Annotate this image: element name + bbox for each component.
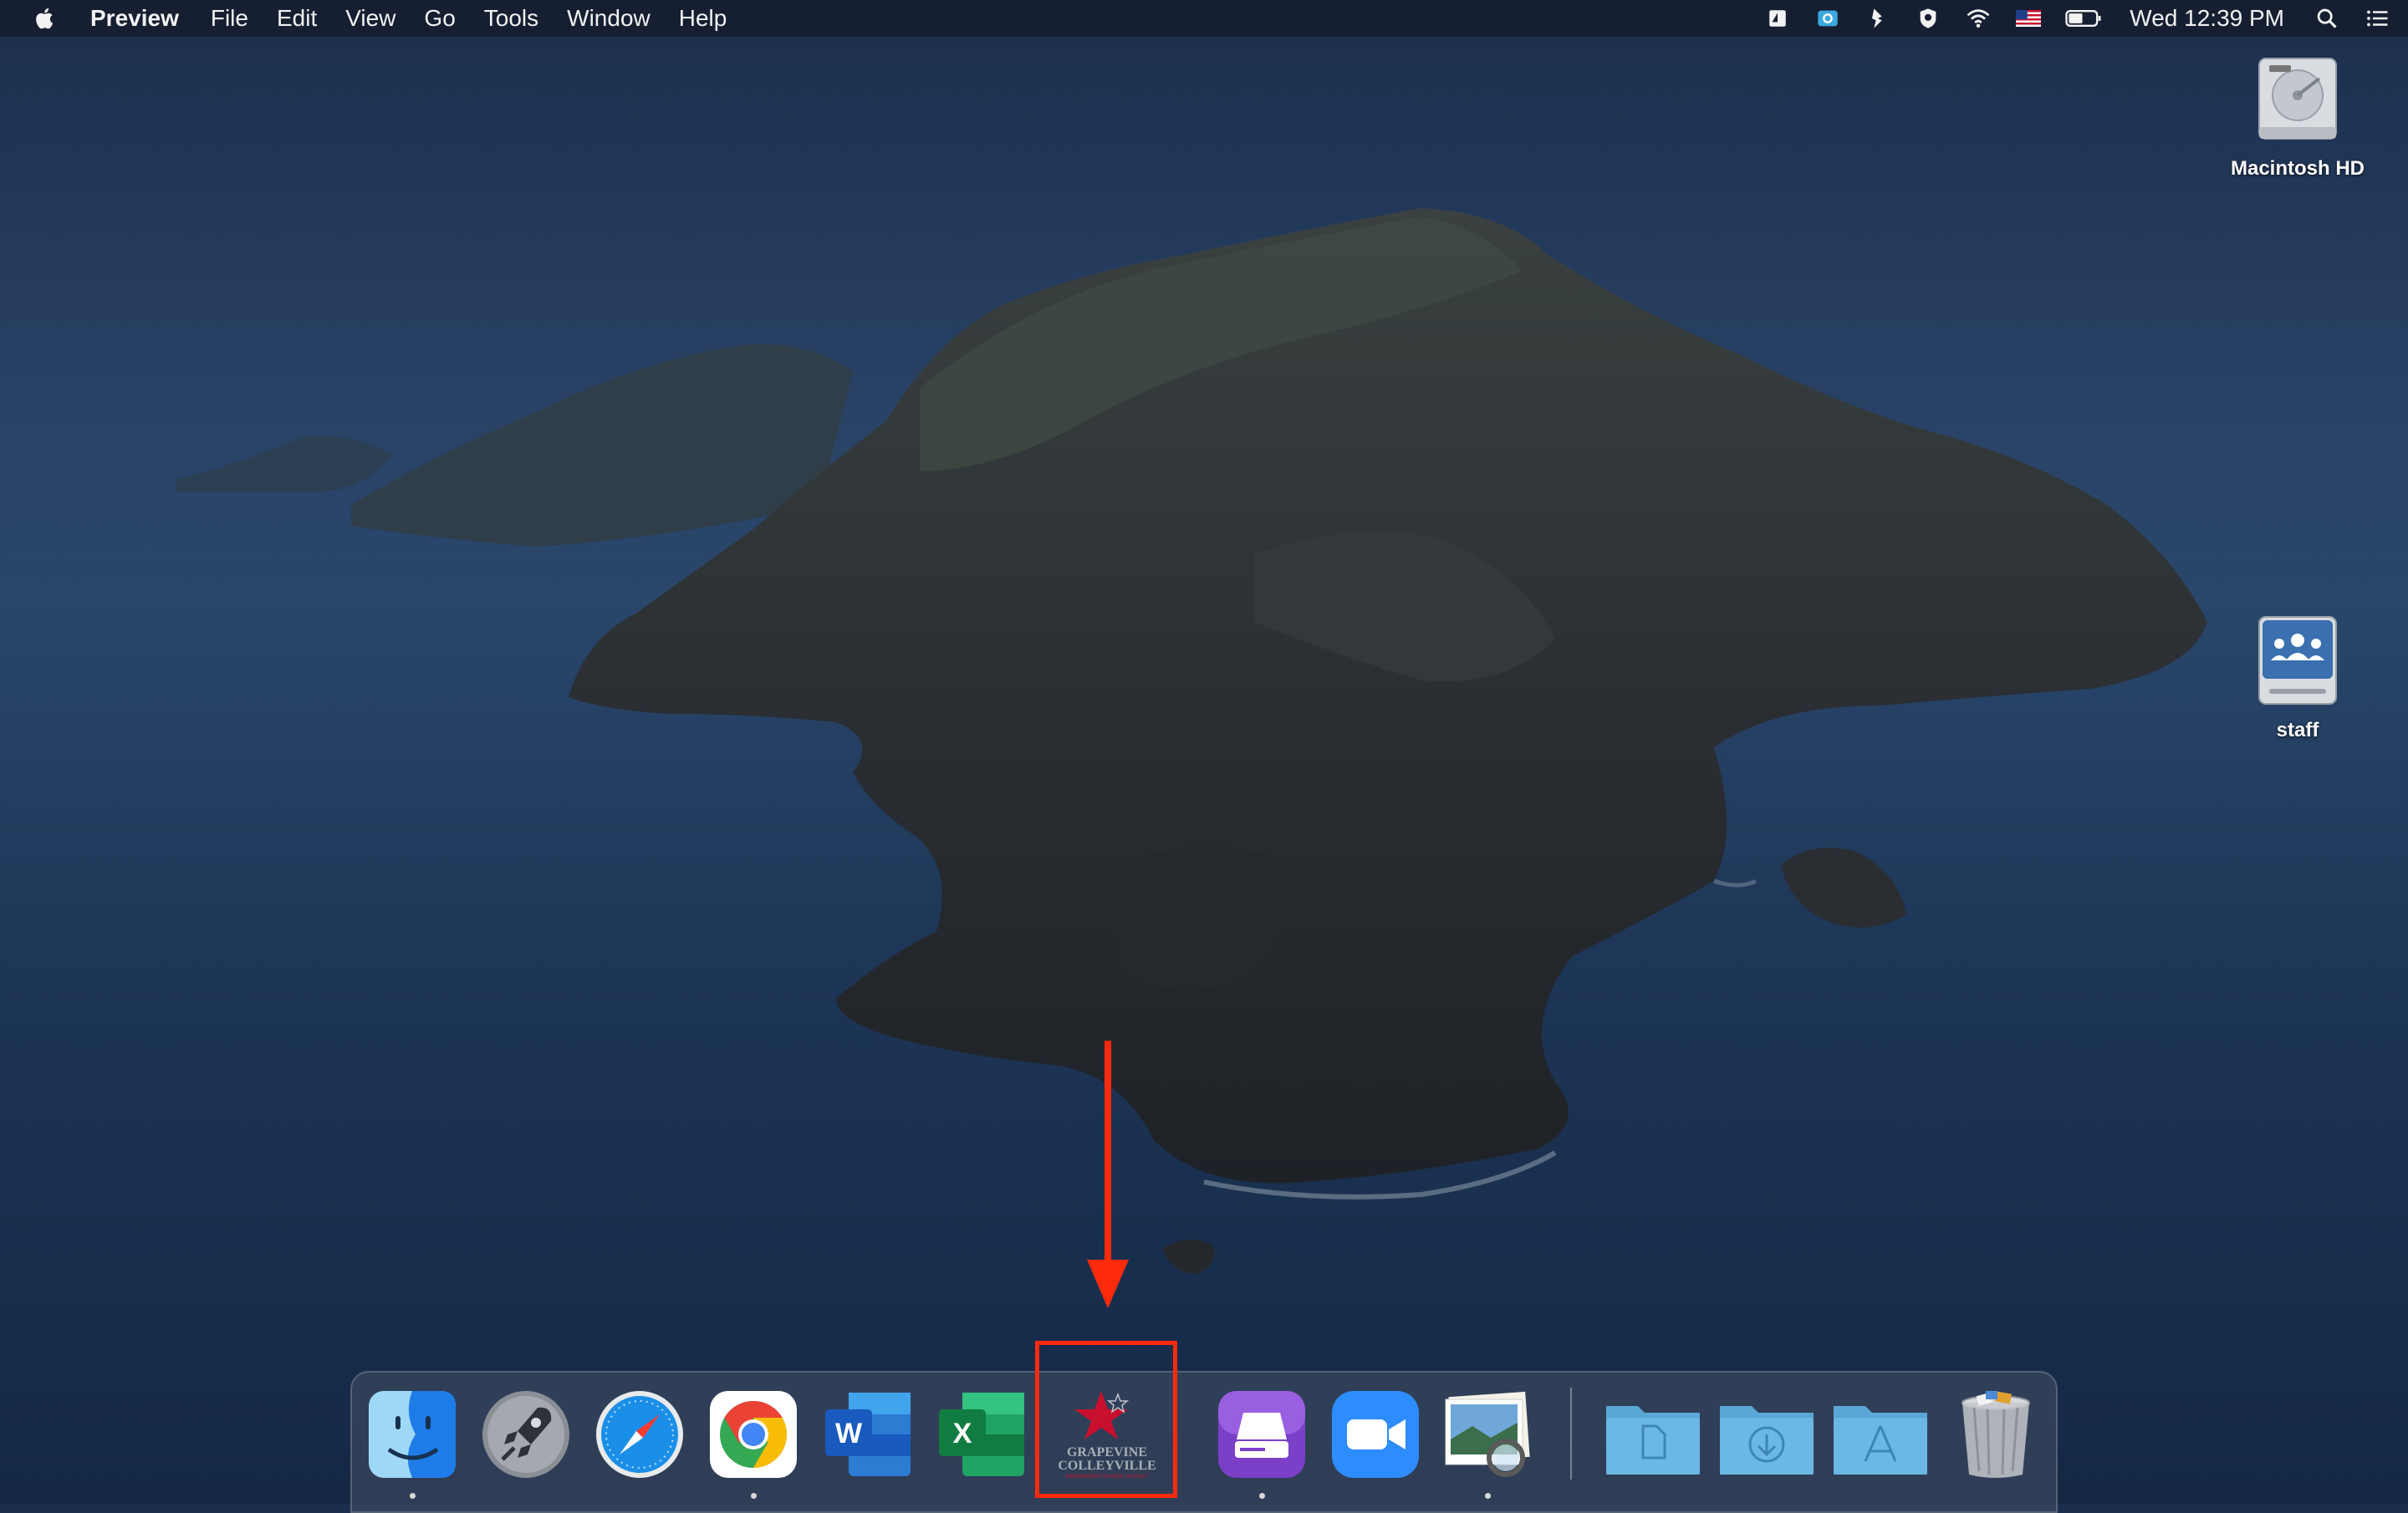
chrome-icon <box>710 1391 797 1478</box>
screen-share-icon[interactable] <box>1763 4 1792 33</box>
dock-app-launchpad[interactable] <box>479 1388 573 1481</box>
documents-folder-icon <box>1606 1406 1700 1475</box>
svg-text:W: W <box>835 1418 863 1449</box>
running-indicator <box>751 1493 757 1499</box>
word-icon: W <box>825 1393 911 1476</box>
dock-app-applications-folder[interactable] <box>1829 1388 1932 1481</box>
launchpad-icon <box>482 1391 569 1478</box>
dock-app-safari[interactable] <box>593 1388 686 1481</box>
wifi-icon[interactable] <box>1964 4 1992 33</box>
dock-app-downloads-folder[interactable] <box>1715 1388 1819 1481</box>
apple-menu-icon[interactable] <box>32 2 65 35</box>
menu-clock[interactable]: Wed 12:39 PM <box>2130 5 2284 32</box>
finder-icon <box>369 1391 456 1478</box>
battery-icon[interactable] <box>2064 4 2103 33</box>
dock-app-trash[interactable] <box>1949 1388 2043 1481</box>
hard-drive-icon <box>2247 50 2348 150</box>
desktop-icon-label: staff <box>2276 719 2319 741</box>
menu-help[interactable]: Help <box>679 0 727 37</box>
zoom-icon <box>1332 1391 1419 1478</box>
desktop-wallpaper <box>176 208 2207 1274</box>
screenshot-icon[interactable] <box>1814 4 1842 33</box>
dock-app-chrome[interactable] <box>707 1388 800 1481</box>
applications-folder-icon <box>1834 1406 1927 1475</box>
dock-app-zoom[interactable] <box>1329 1388 1422 1481</box>
dock-app-word[interactable]: W <box>820 1388 914 1481</box>
running-indicator <box>1485 1493 1491 1499</box>
annotation-arrow <box>1087 1041 1129 1308</box>
dock-app-preview[interactable] <box>1439 1388 1536 1481</box>
excel-icon: X <box>939 1393 1024 1476</box>
desktop-icon-macintosh-hd[interactable]: Macintosh HD <box>2214 50 2381 181</box>
dock-app-finder[interactable] <box>365 1388 459 1481</box>
menu-edit[interactable]: Edit <box>277 0 317 37</box>
spotlight-search-icon[interactable] <box>2313 4 2341 33</box>
downloads-folder-icon <box>1720 1406 1814 1475</box>
disk-utility-icon <box>1218 1391 1305 1478</box>
menu-app-name[interactable]: Preview <box>90 0 179 37</box>
safari-icon <box>596 1391 683 1478</box>
notification-center-icon[interactable] <box>2363 4 2391 33</box>
pen-tool-icon[interactable] <box>1864 4 1892 33</box>
dock-app-documents-folder[interactable] <box>1601 1388 1705 1481</box>
running-indicator <box>1259 1493 1265 1499</box>
menu-file[interactable]: File <box>211 0 248 37</box>
menu-window[interactable]: Window <box>567 0 650 37</box>
us-flag-icon[interactable] <box>2014 4 2043 33</box>
desktop-icon-staff[interactable]: staff <box>2214 612 2381 742</box>
menu-view[interactable]: View <box>345 0 395 37</box>
menu-bar: Preview File Edit View Go Tools Window H… <box>0 0 2408 37</box>
shield-icon[interactable] <box>1914 4 1942 33</box>
trash-icon <box>1962 1391 2030 1478</box>
network-share-icon <box>2247 612 2348 712</box>
svg-text:X: X <box>953 1418 972 1449</box>
running-indicator <box>410 1493 416 1499</box>
menu-tools[interactable]: Tools <box>484 0 538 37</box>
dock-divider <box>1570 1388 1572 1480</box>
dock-app-excel[interactable]: X <box>934 1388 1028 1481</box>
dock-app-disk-utility[interactable] <box>1215 1388 1309 1481</box>
menu-go[interactable]: Go <box>424 0 455 37</box>
preview-icon <box>1445 1391 1530 1477</box>
annotation-highlight-box <box>1035 1341 1177 1498</box>
desktop-icon-label: Macintosh HD <box>2230 157 2365 180</box>
